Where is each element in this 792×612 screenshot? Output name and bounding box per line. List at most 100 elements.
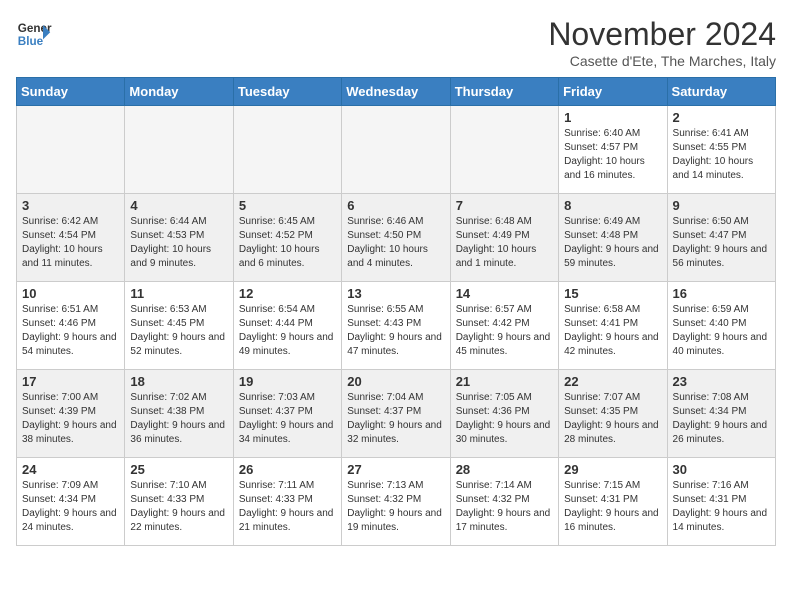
day-info: Sunrise: 7:11 AM Sunset: 4:33 PM Dayligh… bbox=[239, 479, 336, 535]
calendar-cell: 15 Sunrise: 6:58 AM Sunset: 4:41 PM Dayli… bbox=[559, 282, 667, 370]
calendar-cell bbox=[233, 106, 341, 194]
day-number: 10 bbox=[22, 286, 119, 301]
day-info: Sunrise: 7:08 AM Sunset: 4:34 PM Dayligh… bbox=[673, 391, 770, 447]
week-row-3: 10 Sunrise: 6:51 AM Sunset: 4:46 PM Dayli… bbox=[17, 282, 776, 370]
day-info: Sunrise: 6:48 AM Sunset: 4:49 PM Dayligh… bbox=[456, 215, 553, 271]
logo: General Blue bbox=[16, 16, 52, 52]
calendar-cell: 4 Sunrise: 6:44 AM Sunset: 4:53 PM Daylig… bbox=[125, 194, 233, 282]
day-info: Sunrise: 7:07 AM Sunset: 4:35 PM Dayligh… bbox=[564, 391, 661, 447]
day-number: 14 bbox=[456, 286, 553, 301]
day-number: 4 bbox=[130, 198, 227, 213]
day-number: 29 bbox=[564, 462, 661, 477]
day-info: Sunrise: 6:53 AM Sunset: 4:45 PM Dayligh… bbox=[130, 303, 227, 359]
day-number: 25 bbox=[130, 462, 227, 477]
calendar-cell: 27Sunrise: 7:13 AM Sunset: 4:32 PM Dayli… bbox=[342, 458, 450, 546]
logo-icon: General Blue bbox=[16, 16, 52, 52]
calendar-cell: 8 Sunrise: 6:49 AM Sunset: 4:48 PM Daylig… bbox=[559, 194, 667, 282]
day-info: Sunrise: 6:42 AM Sunset: 4:54 PM Dayligh… bbox=[22, 215, 119, 271]
calendar-cell: 12 Sunrise: 6:54 AM Sunset: 4:44 PM Dayli… bbox=[233, 282, 341, 370]
calendar-cell: 10 Sunrise: 6:51 AM Sunset: 4:46 PM Dayli… bbox=[17, 282, 125, 370]
calendar-cell: 28 Sunrise: 7:14 AM Sunset: 4:32 PM Dayli… bbox=[450, 458, 558, 546]
day-info: Sunrise: 6:40 AM Sunset: 4:57 PM Dayligh… bbox=[564, 127, 661, 183]
day-info: Sunrise: 6:46 AM Sunset: 4:50 PM Dayligh… bbox=[347, 215, 444, 271]
calendar-cell: 5 Sunrise: 6:45 AM Sunset: 4:52 PM Daylig… bbox=[233, 194, 341, 282]
day-number: 9 bbox=[673, 198, 770, 213]
day-info: Sunrise: 7:15 AM Sunset: 4:31 PM Dayligh… bbox=[564, 479, 661, 535]
calendar-cell: 11 Sunrise: 6:53 AM Sunset: 4:45 PM Dayli… bbox=[125, 282, 233, 370]
day-info: Sunrise: 7:16 AM Sunset: 4:31 PM Dayligh… bbox=[673, 479, 770, 535]
calendar-cell: 1 Sunrise: 6:40 AM Sunset: 4:57 PM Daylig… bbox=[559, 106, 667, 194]
title-block: November 2024 Casette d'Ete, The Marches… bbox=[548, 16, 776, 69]
day-number: 1 bbox=[564, 110, 661, 125]
page-header: General Blue November 2024 Casette d'Ete… bbox=[16, 16, 776, 69]
day-number: 7 bbox=[456, 198, 553, 213]
calendar-cell: 24 Sunrise: 7:09 AM Sunset: 4:34 PM Dayli… bbox=[17, 458, 125, 546]
day-number: 24 bbox=[22, 462, 119, 477]
calendar-cell: 7 Sunrise: 6:48 AM Sunset: 4:49 PM Daylig… bbox=[450, 194, 558, 282]
header-thursday: Thursday bbox=[450, 78, 558, 106]
day-info: Sunrise: 6:51 AM Sunset: 4:46 PM Dayligh… bbox=[22, 303, 119, 359]
calendar-cell: 9 Sunrise: 6:50 AM Sunset: 4:47 PM Daylig… bbox=[667, 194, 775, 282]
calendar-cell: 25Sunrise: 7:10 AM Sunset: 4:33 PM Dayli… bbox=[125, 458, 233, 546]
location-subtitle: Casette d'Ete, The Marches, Italy bbox=[548, 53, 776, 69]
header-saturday: Saturday bbox=[667, 78, 775, 106]
day-number: 16 bbox=[673, 286, 770, 301]
week-row-1: 1 Sunrise: 6:40 AM Sunset: 4:57 PM Daylig… bbox=[17, 106, 776, 194]
day-number: 28 bbox=[456, 462, 553, 477]
calendar-cell: 21 Sunrise: 7:05 AM Sunset: 4:36 PM Dayli… bbox=[450, 370, 558, 458]
day-number: 8 bbox=[564, 198, 661, 213]
day-number: 19 bbox=[239, 374, 336, 389]
day-number: 12 bbox=[239, 286, 336, 301]
day-info: Sunrise: 6:44 AM Sunset: 4:53 PM Dayligh… bbox=[130, 215, 227, 271]
day-number: 18 bbox=[130, 374, 227, 389]
day-number: 17 bbox=[22, 374, 119, 389]
calendar-cell bbox=[342, 106, 450, 194]
calendar-header-row: SundayMondayTuesdayWednesdayThursdayFrid… bbox=[17, 78, 776, 106]
header-friday: Friday bbox=[559, 78, 667, 106]
day-number: 3 bbox=[22, 198, 119, 213]
day-number: 30 bbox=[673, 462, 770, 477]
day-info: Sunrise: 7:05 AM Sunset: 4:36 PM Dayligh… bbox=[456, 391, 553, 447]
calendar-cell: 2 Sunrise: 6:41 AM Sunset: 4:55 PM Daylig… bbox=[667, 106, 775, 194]
calendar-cell: 19 Sunrise: 7:03 AM Sunset: 4:37 PM Dayli… bbox=[233, 370, 341, 458]
day-number: 27 bbox=[347, 462, 444, 477]
header-tuesday: Tuesday bbox=[233, 78, 341, 106]
day-info: Sunrise: 6:54 AM Sunset: 4:44 PM Dayligh… bbox=[239, 303, 336, 359]
day-info: Sunrise: 6:55 AM Sunset: 4:43 PM Dayligh… bbox=[347, 303, 444, 359]
header-monday: Monday bbox=[125, 78, 233, 106]
day-info: Sunrise: 7:09 AM Sunset: 4:34 PM Dayligh… bbox=[22, 479, 119, 535]
calendar-cell: 14Sunrise: 6:57 AM Sunset: 4:42 PM Dayli… bbox=[450, 282, 558, 370]
day-info: Sunrise: 6:45 AM Sunset: 4:52 PM Dayligh… bbox=[239, 215, 336, 271]
day-number: 23 bbox=[673, 374, 770, 389]
day-number: 20 bbox=[347, 374, 444, 389]
day-number: 2 bbox=[673, 110, 770, 125]
day-info: Sunrise: 6:49 AM Sunset: 4:48 PM Dayligh… bbox=[564, 215, 661, 271]
day-info: Sunrise: 7:03 AM Sunset: 4:37 PM Dayligh… bbox=[239, 391, 336, 447]
day-info: Sunrise: 6:41 AM Sunset: 4:55 PM Dayligh… bbox=[673, 127, 770, 183]
calendar-cell: 13Sunrise: 6:55 AM Sunset: 4:43 PM Dayli… bbox=[342, 282, 450, 370]
day-info: Sunrise: 7:02 AM Sunset: 4:38 PM Dayligh… bbox=[130, 391, 227, 447]
week-row-5: 24 Sunrise: 7:09 AM Sunset: 4:34 PM Dayli… bbox=[17, 458, 776, 546]
day-number: 6 bbox=[347, 198, 444, 213]
day-number: 5 bbox=[239, 198, 336, 213]
calendar-cell: 17Sunrise: 7:00 AM Sunset: 4:39 PM Dayli… bbox=[17, 370, 125, 458]
calendar-cell: 20 Sunrise: 7:04 AM Sunset: 4:37 PM Dayli… bbox=[342, 370, 450, 458]
day-number: 21 bbox=[456, 374, 553, 389]
calendar-cell: 6 Sunrise: 6:46 AM Sunset: 4:50 PM Daylig… bbox=[342, 194, 450, 282]
day-number: 11 bbox=[130, 286, 227, 301]
day-info: Sunrise: 6:50 AM Sunset: 4:47 PM Dayligh… bbox=[673, 215, 770, 271]
day-info: Sunrise: 6:58 AM Sunset: 4:41 PM Dayligh… bbox=[564, 303, 661, 359]
calendar-cell: 23 Sunrise: 7:08 AM Sunset: 4:34 PM Dayli… bbox=[667, 370, 775, 458]
header-sunday: Sunday bbox=[17, 78, 125, 106]
day-number: 15 bbox=[564, 286, 661, 301]
calendar-cell: 29 Sunrise: 7:15 AM Sunset: 4:31 PM Dayli… bbox=[559, 458, 667, 546]
calendar-cell: 26Sunrise: 7:11 AM Sunset: 4:33 PM Dayli… bbox=[233, 458, 341, 546]
day-info: Sunrise: 7:14 AM Sunset: 4:32 PM Dayligh… bbox=[456, 479, 553, 535]
header-wednesday: Wednesday bbox=[342, 78, 450, 106]
calendar-table: SundayMondayTuesdayWednesdayThursdayFrid… bbox=[16, 77, 776, 546]
calendar-cell bbox=[17, 106, 125, 194]
calendar-cell: 30 Sunrise: 7:16 AM Sunset: 4:31 PM Dayli… bbox=[667, 458, 775, 546]
day-info: Sunrise: 7:04 AM Sunset: 4:37 PM Dayligh… bbox=[347, 391, 444, 447]
week-row-2: 3 Sunrise: 6:42 AM Sunset: 4:54 PM Daylig… bbox=[17, 194, 776, 282]
week-row-4: 17Sunrise: 7:00 AM Sunset: 4:39 PM Dayli… bbox=[17, 370, 776, 458]
